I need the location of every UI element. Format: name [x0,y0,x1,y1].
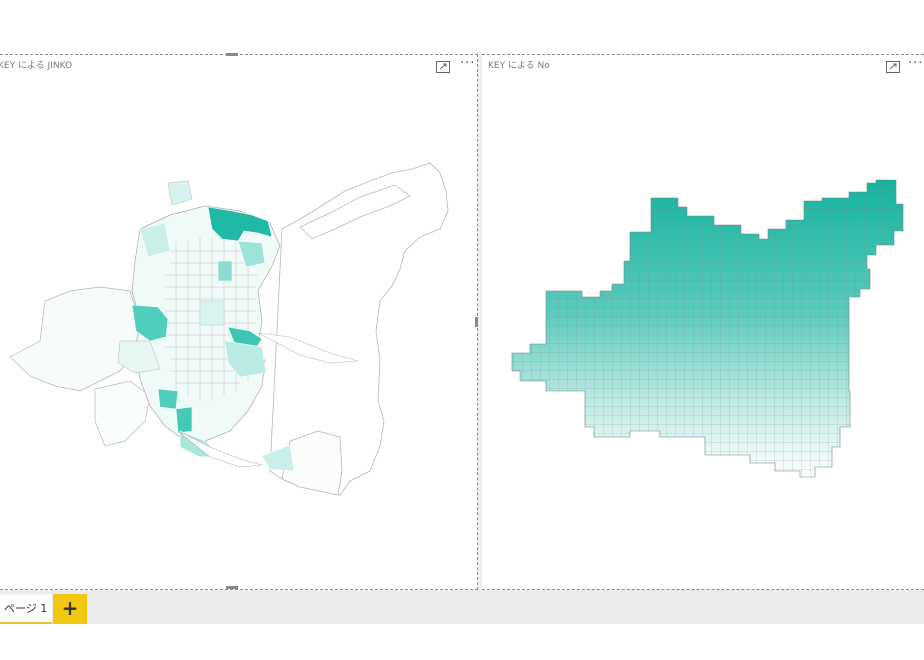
resize-handle-top[interactable] [226,53,238,56]
tab-page-1[interactable]: ページ 1 [0,594,52,624]
visual-jinko-map[interactable]: KEY による JINKO ··· [0,53,479,590]
visual-no-map[interactable]: KEY による No ··· [482,54,924,590]
report-canvas: KEY による JINKO ··· KEY による No ··· ページ 1 + [0,0,924,660]
map-region-southwest [94,380,151,447]
district-south-1 [157,388,179,410]
no-grid-map [511,179,904,478]
page-tab-bar: ページ 1 + [0,590,924,624]
district-center-blue [199,300,225,326]
resize-handle-bottom[interactable] [226,586,238,589]
district-small-teal [217,260,233,282]
jinko-filled-map [9,162,449,496]
grid-overlay [512,180,903,477]
add-page-button[interactable]: + [53,594,87,624]
map-region-west [9,286,141,392]
blank-area [0,624,924,660]
district-south-2 [175,406,193,434]
district-north-mid-2 [167,180,193,206]
